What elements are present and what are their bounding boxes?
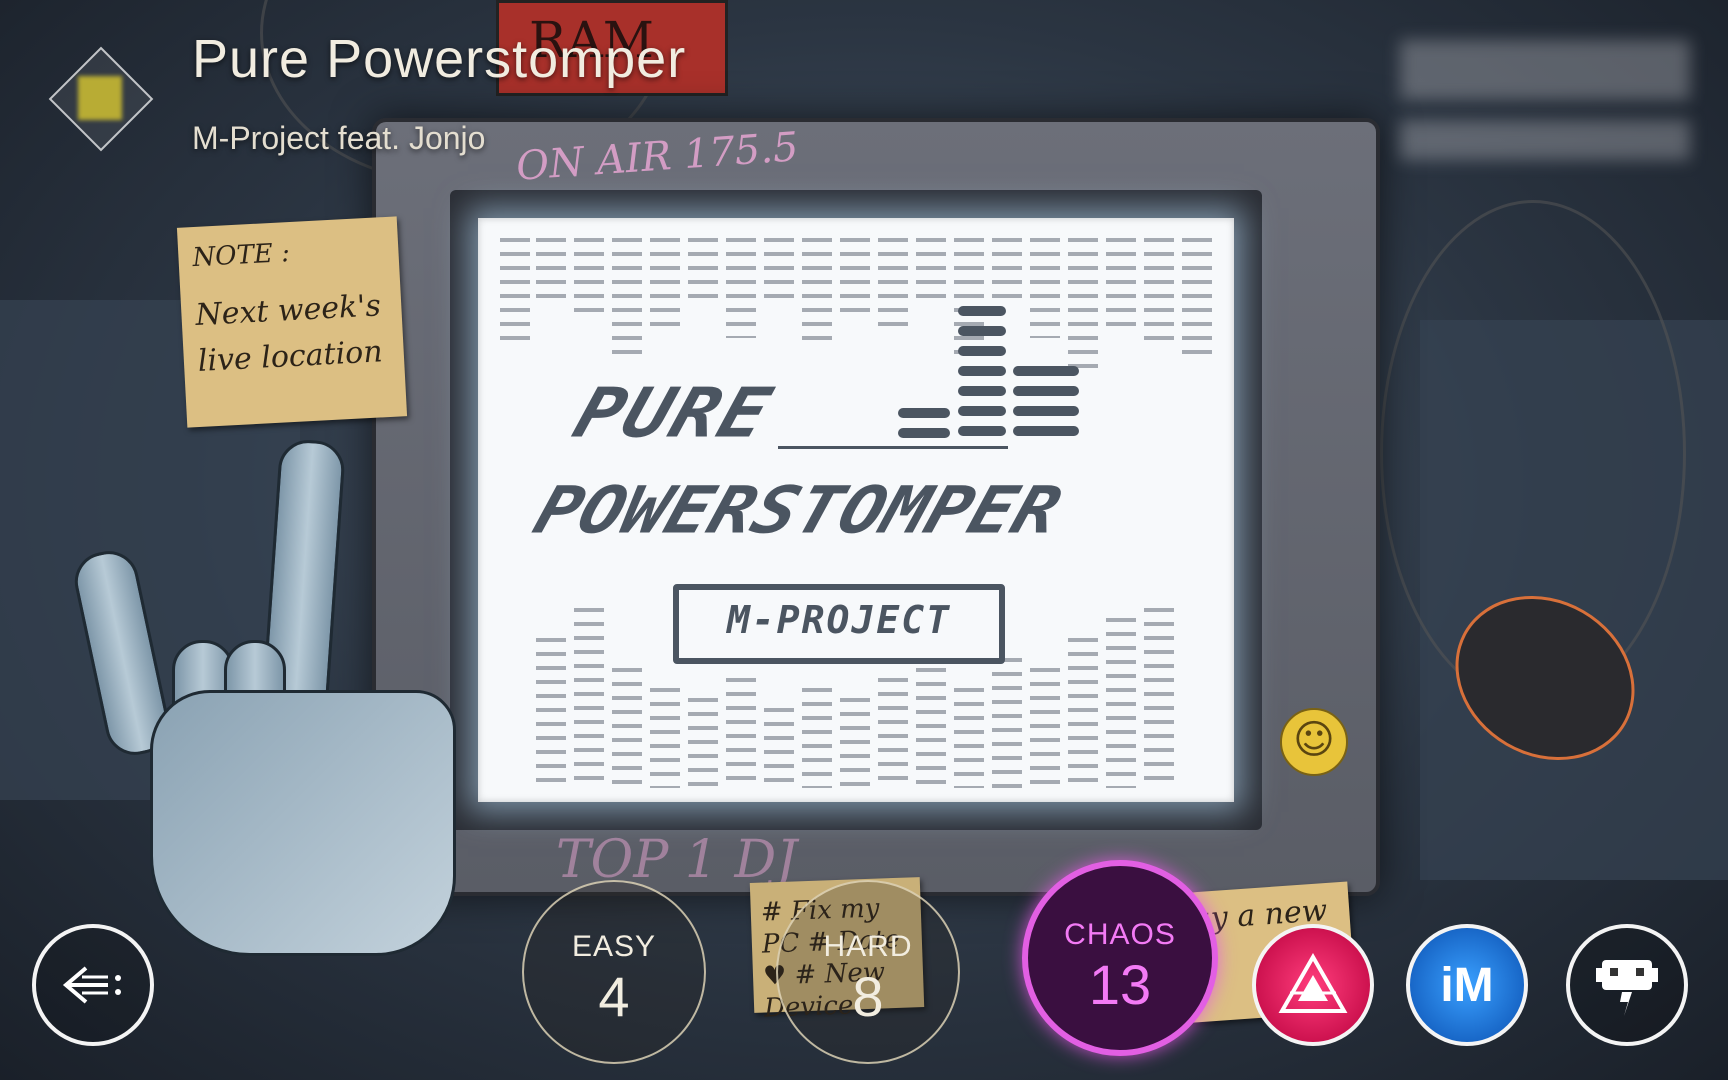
eq-column <box>536 638 566 788</box>
sticky-note: NOTE : Next week's live location <box>176 216 408 428</box>
eq-bar <box>958 386 1006 396</box>
back-icon <box>62 966 121 1004</box>
difficulty-label: EASY <box>571 930 657 963</box>
robot-icon <box>1596 960 1658 1016</box>
monitor-bezel: PURE POWERSTOMPER M-PROJECT <box>450 190 1262 830</box>
difficulty-hard[interactable]: HARD 8 <box>776 880 960 1064</box>
skill-button[interactable] <box>1252 924 1374 1046</box>
eq-column <box>954 238 984 358</box>
difficulty-level: 4 <box>598 965 630 1028</box>
eq-bar <box>958 306 1006 316</box>
hand-palm <box>150 690 456 956</box>
smiley-sticker-icon: ☺ <box>1280 708 1348 776</box>
eq-column <box>1030 238 1060 338</box>
eq-bar <box>958 346 1006 356</box>
difficulty-level: 13 <box>1088 953 1152 1016</box>
eq-column <box>612 238 642 358</box>
difficulty-chaos[interactable]: CHAOS 13 <box>1022 860 1218 1056</box>
eq-bar <box>958 426 1006 436</box>
difficulty-easy[interactable]: EASY 4 <box>522 880 706 1064</box>
song-jacket <box>48 46 154 152</box>
note-title: NOTE : <box>191 238 291 274</box>
eq-column <box>878 678 908 788</box>
jacket-thumbnail <box>78 76 122 120</box>
eq-bar <box>898 428 950 438</box>
monitor-screen: PURE POWERSTOMPER M-PROJECT <box>478 218 1234 802</box>
monitor: ON AIR 175.5 TOP 1 DJ PURE POWERSTOMPER … <box>372 118 1380 896</box>
eq-column <box>840 698 870 788</box>
mproject-logo-box: M-PROJECT <box>673 584 1005 664</box>
eq-column <box>992 658 1022 788</box>
eq-bar <box>1013 366 1079 376</box>
eq-column <box>916 238 946 308</box>
eq-column <box>840 238 870 318</box>
eq-column <box>650 688 680 788</box>
eq-column <box>1068 638 1098 788</box>
eq-column <box>688 698 718 788</box>
blurred-player-info <box>1400 120 1690 160</box>
eq-column <box>726 678 756 788</box>
eq-column <box>992 238 1022 298</box>
eq-bar <box>898 408 950 418</box>
eq-column <box>916 668 946 788</box>
eq-column <box>688 238 718 308</box>
eq-column <box>878 238 908 328</box>
on-air-scrawl: ON AIR 175.5 <box>514 124 800 190</box>
logo-line-pure: PURE <box>564 372 783 453</box>
eq-column <box>650 238 680 328</box>
eq-bar <box>958 406 1006 416</box>
logo-underline <box>778 446 1008 449</box>
eq-column <box>764 238 794 298</box>
eq-column <box>1068 238 1098 368</box>
eq-bar <box>1013 426 1079 436</box>
eq-column <box>1144 238 1174 348</box>
eq-column <box>612 668 642 788</box>
difficulty-label: CHAOS <box>1064 918 1176 951</box>
eq-column <box>764 708 794 788</box>
eq-column <box>1106 238 1136 328</box>
im-label: iM <box>1440 958 1494 1012</box>
eq-column <box>574 238 604 318</box>
eq-bar <box>1013 406 1079 416</box>
logo-line-powerstomper: POWERSTOMPER <box>525 472 1071 548</box>
eq-column <box>802 688 832 788</box>
eq-bar <box>958 366 1006 376</box>
blurred-player-info <box>1400 40 1690 100</box>
character-button[interactable] <box>1566 924 1688 1046</box>
back-button[interactable] <box>32 924 154 1046</box>
eq-column <box>726 238 756 338</box>
eq-column <box>1030 668 1060 788</box>
song-artist: M-Project feat. Jonjo <box>192 120 486 156</box>
im-button[interactable]: iM <box>1406 924 1528 1046</box>
eq-column <box>1182 238 1212 358</box>
skill-triangle-icon <box>1278 953 1348 1013</box>
eq-column <box>802 238 832 348</box>
top-dj-scrawl: TOP 1 DJ <box>556 830 797 890</box>
eq-column <box>536 238 566 298</box>
eq-bar <box>958 326 1006 336</box>
song-title: Pure Powerstomper <box>192 29 687 89</box>
eq-column <box>1106 618 1136 788</box>
eq-column <box>954 688 984 788</box>
eq-column <box>1144 608 1174 788</box>
difficulty-level: 8 <box>852 965 884 1028</box>
mproject-logo-text: M-PROJECT <box>727 598 951 642</box>
note-body: Next week's live location <box>194 288 384 379</box>
eq-column <box>500 238 530 348</box>
eq-column <box>574 608 604 788</box>
robot-hand <box>69 438 510 1000</box>
eq-bar <box>1013 386 1079 396</box>
difficulty-label: HARD <box>823 930 913 963</box>
